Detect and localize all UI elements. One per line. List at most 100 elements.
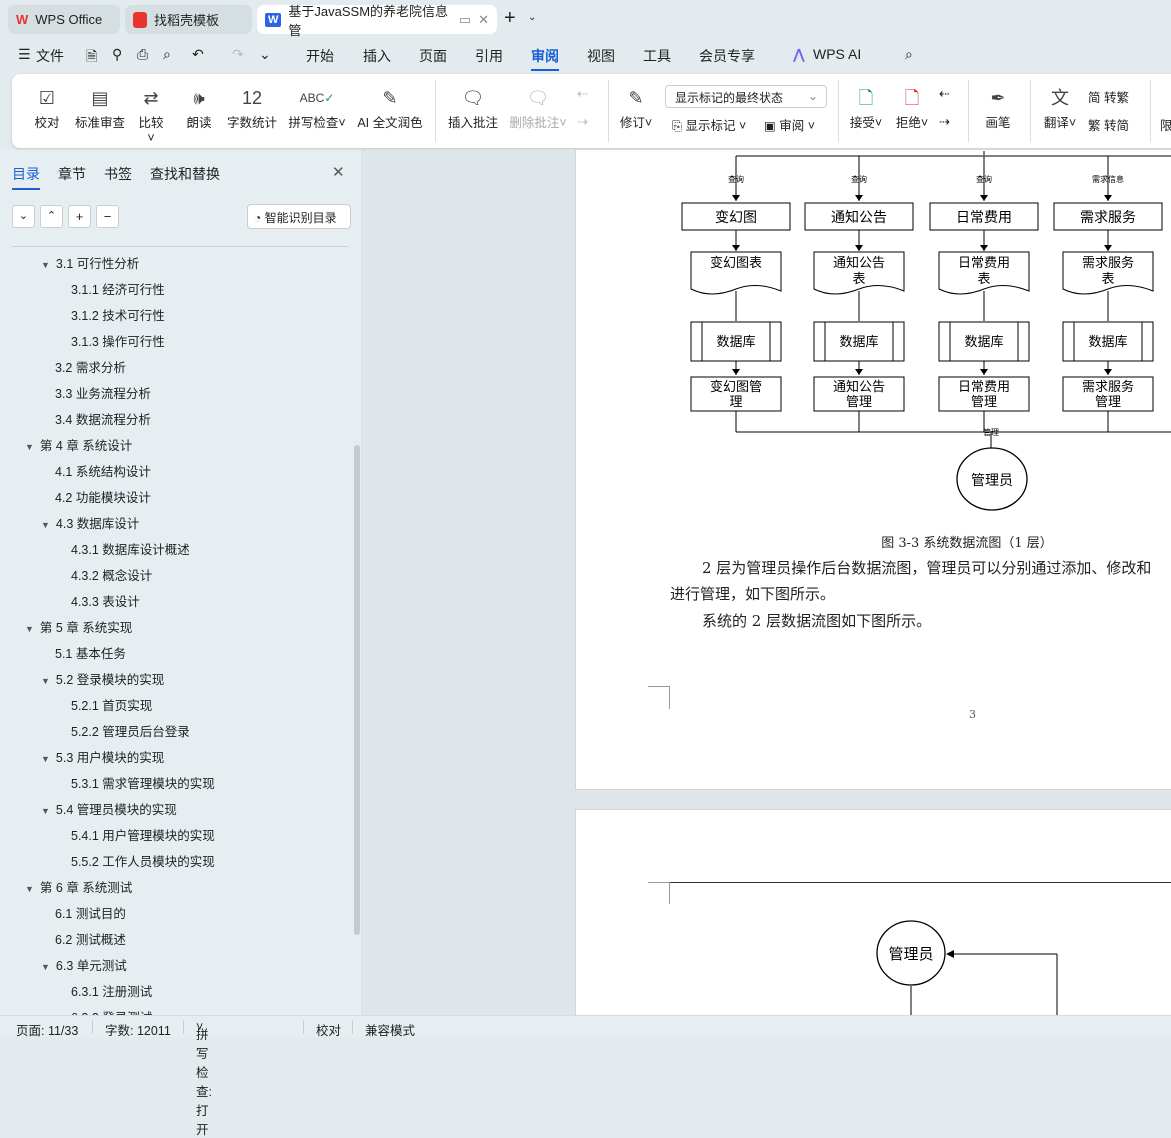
toc-item[interactable]: ▼ 第 4 章 系统设计 <box>25 435 132 454</box>
menu-references[interactable]: 引用 <box>475 46 503 66</box>
toc-item[interactable]: ▼ 5.2 登录模块的实现 <box>41 669 164 688</box>
toc-item[interactable]: ▼ 6.3 单元测试 <box>41 955 127 974</box>
toc-item[interactable]: 3.3 业务流程分析 <box>41 383 151 402</box>
show-markup-button[interactable]: ⎘ 显示标记 ˅ <box>672 115 746 134</box>
toc-item[interactable]: ▼ 5.3 用户模块的实现 <box>41 747 164 766</box>
toc-item[interactable]: 5.5.2 工作人员模块的实现 <box>71 851 215 870</box>
tab-toc[interactable]: 目录 <box>12 164 40 190</box>
menu-membership[interactable]: 会员专享 <box>699 46 755 66</box>
caret-down-icon[interactable]: ▼ <box>41 962 50 972</box>
toc-item[interactable]: 5.3.1 需求管理模块的实现 <box>71 773 215 792</box>
toc-item[interactable]: ▼ 3.1 可行性分析 <box>41 253 139 272</box>
toc-item[interactable]: 4.3.1 数据库设计概述 <box>71 539 190 558</box>
tab-find-replace[interactable]: 查找和替换 <box>150 164 220 184</box>
delete-comment-button[interactable]: 🗨 删除批注˅ <box>507 84 569 131</box>
tab-bookmarks[interactable]: 书签 <box>104 164 132 184</box>
toc-item[interactable]: 5.4.1 用户管理模块的实现 <box>71 825 215 844</box>
menu-review[interactable]: 审阅 <box>531 46 559 71</box>
close-panel-icon[interactable]: ✕ <box>332 163 345 181</box>
prev-change-icon[interactable]: ⇠ <box>939 86 950 102</box>
toc-item[interactable]: 6.3.1 注册测试 <box>71 981 152 1000</box>
to-traditional-button[interactable]: 简 转繁 <box>1088 87 1129 106</box>
save-icon[interactable]: 🗎 <box>86 46 97 70</box>
toc-item[interactable]: 4.3.2 概念设计 <box>71 565 152 584</box>
to-simplified-button[interactable]: 繁 转简 <box>1088 115 1129 134</box>
word-count-button[interactable]: 12 字数统计 <box>226 84 278 131</box>
collapse-minus-button[interactable]: − <box>96 205 119 228</box>
translate-button[interactable]: 文翻译˅ <box>1042 84 1078 131</box>
menu-wps-ai[interactable]: WPS AI <box>813 46 861 62</box>
caret-down-icon[interactable]: ▼ <box>41 806 50 816</box>
next-comment-icon[interactable]: ⇢ <box>577 114 588 130</box>
proofread-button[interactable]: ☑ 校对 <box>32 84 62 131</box>
prev-comment-icon[interactable]: ⇠ <box>577 86 588 102</box>
menu-insert[interactable]: 插入 <box>363 46 391 66</box>
markup-display-select[interactable]: 显示标记的最终状态 ⌄ <box>665 85 827 108</box>
smart-toc-button[interactable]: ◔ 智能识别目录 <box>247 204 351 229</box>
caret-down-icon[interactable]: ▼ <box>25 884 34 894</box>
toc-item[interactable]: ▼ 5.4 管理员模块的实现 <box>41 799 177 818</box>
accept-button[interactable]: 🗋 接受˅ <box>848 84 884 131</box>
caret-down-icon[interactable]: ▼ <box>41 676 50 686</box>
toc-item[interactable]: 6.2 测试概述 <box>41 929 126 948</box>
caret-down-icon[interactable]: ▼ <box>41 260 50 270</box>
caret-down-icon[interactable]: ▼ <box>25 442 34 452</box>
toc-item[interactable]: 3.2 需求分析 <box>41 357 126 376</box>
menu-view[interactable]: 视图 <box>587 46 615 66</box>
tab-sections[interactable]: 章节 <box>58 164 86 184</box>
chevron-down-icon[interactable]: ⌄ <box>528 12 536 23</box>
next-change-icon[interactable]: ⇢ <box>939 114 950 130</box>
toc-item[interactable]: 4.2 功能模块设计 <box>41 487 151 506</box>
caret-down-icon[interactable]: ▼ <box>41 520 50 530</box>
menu-page[interactable]: 页面 <box>419 46 447 66</box>
review-pane-button[interactable]: ▣ 审阅 ˅ <box>764 115 815 134</box>
tab-template[interactable]: 找稻壳模板 <box>125 5 252 34</box>
proofread-status[interactable]: 校对 <box>316 1020 341 1039</box>
toc-item[interactable]: 4.3.3 表设计 <box>71 591 140 610</box>
tab-wps-office[interactable]: W WPS Office <box>8 5 120 34</box>
toc-item[interactable]: 3.4 数据流程分析 <box>41 409 151 428</box>
caret-down-icon[interactable]: ▼ <box>25 624 34 634</box>
toc-item[interactable]: 4.1 系统结构设计 <box>41 461 151 480</box>
menu-file[interactable]: 文件 <box>36 46 64 66</box>
toc-item[interactable]: 3.1.3 操作可行性 <box>71 331 165 350</box>
toc-item[interactable]: 6.1 测试目的 <box>41 903 126 922</box>
track-changes-button[interactable]: ✎ 修订˅ <box>618 84 654 131</box>
new-tab-icon[interactable]: + <box>504 7 516 30</box>
redo-icon[interactable]: ↷ <box>232 46 244 63</box>
toc-item[interactable]: ▼ 第 6 章 系统测试 <box>25 877 132 896</box>
tab-document[interactable]: W 基于JavaSSM的养老院信息管 ▭ ✕ <box>257 4 497 38</box>
toc-item[interactable]: 5.2.2 管理员后台登录 <box>71 721 190 740</box>
expand-plus-button[interactable]: + <box>68 205 91 228</box>
undo-icon[interactable]: ↶ <box>192 46 204 63</box>
hamburger-icon[interactable]: ☰ <box>18 46 31 63</box>
toc-item[interactable]: 3.1.2 技术可行性 <box>71 305 165 324</box>
compare-button[interactable]: ⇄ 比较 ˅ <box>134 84 168 145</box>
collapse-down-button[interactable]: ⌄ <box>12 205 35 228</box>
menu-tools[interactable]: 工具 <box>643 46 671 66</box>
spell-check-status[interactable]: 拼写检查: 打开 ˅ <box>196 1020 212 1137</box>
caret-down-icon[interactable]: ▼ <box>41 754 50 764</box>
close-tab-icon[interactable]: ✕ <box>478 12 489 28</box>
ai-polish-button[interactable]: ✎ AI 全文润色 <box>356 84 424 131</box>
format-painter-icon[interactable]: ⚲ <box>112 46 122 63</box>
toc-item[interactable]: ▼ 第 5 章 系统实现 <box>25 617 132 636</box>
print-preview-icon[interactable]: ⌕ <box>163 46 171 63</box>
restrict-button[interactable]: 限 <box>1160 115 1171 134</box>
print-icon[interactable]: ⎙ <box>137 46 148 63</box>
word-count[interactable]: 字数: 12011 <box>105 1020 171 1039</box>
more-chevron-icon[interactable]: ⌄ <box>259 46 271 63</box>
toc-item[interactable]: 5.2.1 首页实现 <box>71 695 152 714</box>
insert-comment-button[interactable]: 🗨 插入批注 <box>447 84 499 131</box>
reject-button[interactable]: 🗋 拒绝˅ <box>894 84 930 131</box>
toc-item[interactable]: ▼ 4.3 数据库设计 <box>41 513 139 532</box>
spell-check-button[interactable]: ABC✓ 拼写检查˅ <box>286 84 348 131</box>
collapse-up-button[interactable]: ⌃ <box>40 205 63 228</box>
panel-scrollbar[interactable] <box>354 445 360 935</box>
read-aloud-button[interactable]: 🕪 朗读 <box>184 84 214 131</box>
page-indicator[interactable]: 页面: 11/33 <box>16 1020 78 1039</box>
toc-item[interactable]: 3.1.1 经济可行性 <box>71 279 165 298</box>
pen-button[interactable]: ✒ 画笔 <box>984 84 1012 131</box>
toc-item[interactable]: 5.1 基本任务 <box>41 643 126 662</box>
search-icon[interactable]: ⌕ <box>905 46 913 63</box>
